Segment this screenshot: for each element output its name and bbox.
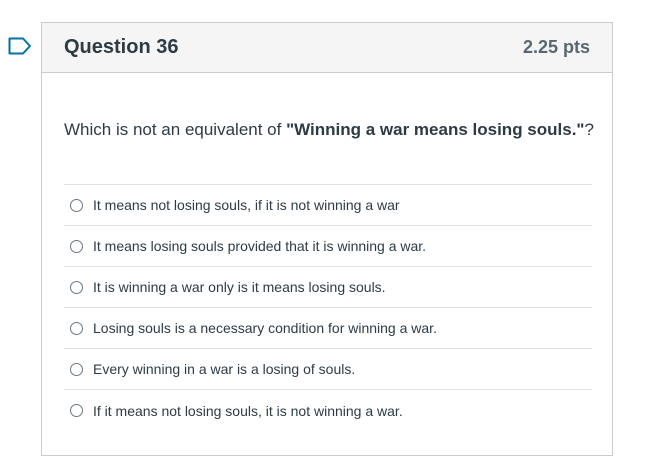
answer-list: It means not losing souls, if it is not … [64, 184, 592, 431]
question-text: Which is not an equivalent of "Winning a… [64, 120, 594, 140]
answer-option[interactable]: It means not losing souls, if it is not … [64, 185, 592, 226]
answer-option[interactable]: Every winning in a war is a losing of so… [64, 349, 592, 390]
answer-option[interactable]: It means losing souls provided that it i… [64, 226, 592, 267]
radio-button[interactable] [70, 321, 83, 335]
question-points: 2.25 pts [522, 37, 590, 57]
question-text-quote: "Winning a war means losing souls." [286, 120, 585, 139]
answer-label: It means losing souls provided that it i… [93, 238, 427, 254]
answer-label: Losing souls is a necessary condition fo… [93, 320, 437, 336]
question-title: Question 36 [64, 36, 179, 58]
radio-button[interactable] [70, 362, 83, 376]
radio-button[interactable] [70, 239, 83, 253]
answer-label: It means not losing souls, if it is not … [93, 197, 400, 213]
question-text-before: Which is not an equivalent of [64, 120, 287, 139]
radio-button[interactable] [70, 280, 83, 294]
bookmark-flag-icon[interactable] [8, 37, 32, 55]
question-card: Question 36 2.25 pts Which is not an equ… [41, 22, 613, 456]
radio-button[interactable] [70, 198, 83, 212]
answer-label: If it means not losing souls, it is not … [93, 402, 403, 419]
answer-option[interactable]: If it means not losing souls, it is not … [64, 390, 592, 431]
answer-label: Every winning in a war is a losing of so… [93, 361, 356, 377]
answer-option[interactable]: Losing souls is a necessary condition fo… [64, 308, 592, 349]
question-text-after: ? [584, 120, 594, 139]
answer-option[interactable]: It is winning a war only is it means los… [64, 267, 592, 308]
radio-button[interactable] [70, 404, 83, 417]
answer-label: It is winning a war only is it means los… [93, 279, 386, 295]
question-header: Question 36 2.25 pts [42, 23, 612, 73]
